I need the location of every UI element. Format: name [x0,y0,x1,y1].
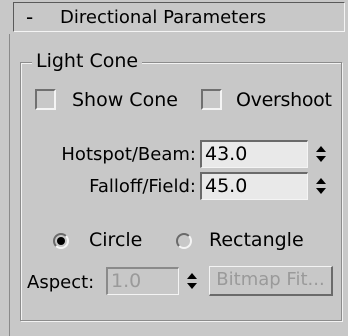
aspect-spinner[interactable] [184,267,200,295]
falloff-field-spinner[interactable] [313,172,329,200]
light-cone-group-label: Light Cone [32,50,143,72]
spinner-down-icon[interactable] [187,283,197,289]
rollout-title: Directional Parameters [60,7,267,28]
rectangle-label[interactable]: Rectangle [209,228,304,252]
aspect-field[interactable]: 1.0 [106,267,179,295]
rollout-edge [9,34,10,336]
overshoot-checkbox[interactable] [201,89,222,110]
spinner-down-icon[interactable] [316,156,326,162]
show-cone-label[interactable]: Show Cone [72,88,178,112]
falloff-field-field[interactable]: 45.0 [200,172,308,200]
hotspot-beam-field[interactable]: 43.0 [200,140,308,168]
bitmap-fit-button[interactable]: Bitmap Fit... [209,266,333,296]
hotspot-beam-spinner[interactable] [313,140,329,168]
aspect-label: Aspect: [27,272,95,293]
spinner-up-icon[interactable] [316,146,326,152]
circle-radio[interactable] [53,233,69,249]
spinner-up-icon[interactable] [316,178,326,184]
show-cone-checkbox[interactable] [35,89,56,110]
hotspot-beam-label: Hotspot/Beam: [61,144,196,165]
spinner-down-icon[interactable] [316,188,326,194]
collapse-toggle[interactable]: - [26,5,33,29]
circle-label[interactable]: Circle [89,228,142,252]
falloff-field-label: Falloff/Field: [89,176,196,197]
rollout-header-directional-parameters[interactable]: - Directional Parameters [13,2,345,32]
rectangle-radio[interactable] [176,233,192,249]
spinner-up-icon[interactable] [187,273,197,279]
overshoot-label[interactable]: Overshoot [236,88,332,112]
